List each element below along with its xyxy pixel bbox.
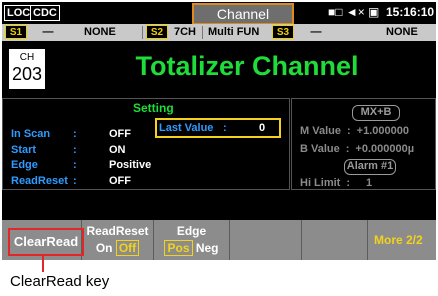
- slot-3-value: NONE: [386, 26, 418, 38]
- clearread-key[interactable]: ClearRead: [8, 228, 84, 256]
- channel-label: CH: [19, 52, 35, 63]
- instrument-screen: LOC CDC Channel ■□ ◄× ▣ 15:16:10 S1 — NO…: [2, 2, 436, 260]
- channel-number: 203: [11, 64, 43, 84]
- setting-row-start: Start: ON: [11, 144, 126, 156]
- edge-pos-option: Pos: [164, 240, 193, 256]
- softkey-readreset[interactable]: ReadReset On Off: [82, 220, 154, 260]
- softkey-empty-5: [302, 220, 368, 260]
- readreset-off-option: Off: [115, 240, 140, 256]
- slot-2-value: 7CH: [174, 26, 197, 38]
- hi-limit-row: Hi Limit:1: [300, 177, 373, 189]
- math-panel: MX+B M Value: +1.000000 B Value: +0.000000…: [291, 98, 436, 190]
- edge-neg-option: Neg: [195, 241, 219, 255]
- callout-label: ClearRead key: [10, 273, 110, 290]
- slot-1-value: NONE: [84, 26, 116, 38]
- status-bar: LOC CDC Channel ■□ ◄× ▣ 15:16:10: [2, 2, 436, 25]
- softkey-edge[interactable]: Edge Pos Neg: [154, 220, 230, 260]
- softkey-empty-4: [230, 220, 302, 260]
- slot-3-badge: S3: [272, 25, 294, 39]
- last-value-field: Last Value:0: [155, 118, 281, 138]
- slot-1-badge: S1: [5, 25, 27, 39]
- alarm-label: Alarm #1: [344, 159, 396, 175]
- setting-panel: Setting In Scan: OFF Start: ON Edge: Positi…: [2, 98, 290, 190]
- m-value-row: M Value: +1.000000: [300, 125, 409, 137]
- b-value-row: B Value: +0.000000µ: [300, 143, 415, 155]
- cdc-badge: CDC: [30, 5, 60, 21]
- setting-row-edge: Edge: Positive: [11, 159, 152, 171]
- slot-2-extra: Multi FUN: [208, 26, 260, 38]
- screen-title-tab: Channel: [192, 3, 294, 25]
- slot-bar: S1 — NONE S2 7CH Multi FUN S3 — NONE: [2, 24, 436, 41]
- callout-line: [42, 256, 44, 272]
- setting-row-readreset: ReadReset: OFF: [11, 175, 131, 187]
- slot-2-badge: S2: [146, 25, 168, 39]
- more-key[interactable]: More 2/2: [374, 228, 423, 252]
- loc-badge: LOC: [4, 5, 34, 21]
- setting-title: Setting: [133, 101, 174, 115]
- channel-number-box: CH 203: [8, 48, 46, 90]
- clock: 15:16:10: [386, 5, 435, 19]
- setting-row-in-scan: In Scan: OFF: [11, 128, 131, 140]
- page-title: Totalizer Channel: [135, 51, 359, 81]
- mxb-label: MX+B: [352, 105, 400, 121]
- readreset-on-option: On: [95, 241, 113, 255]
- status-icons: ■□ ◄× ▣: [328, 5, 380, 19]
